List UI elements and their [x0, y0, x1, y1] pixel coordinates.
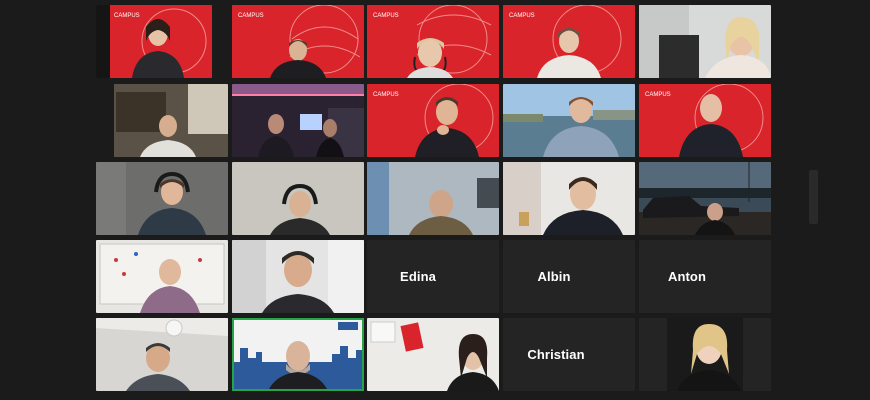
- participant-video: CAMPUS: [232, 5, 364, 78]
- participant-name: Albin: [537, 269, 571, 284]
- brand-logo: CAMPUS: [373, 13, 399, 19]
- participant-video: [96, 318, 228, 391]
- participant-tile-p2[interactable]: CAMPUS: [232, 5, 364, 78]
- participant-video: CAMPUS: [367, 84, 499, 157]
- participant-name: Christian: [527, 347, 585, 362]
- participant-video: [503, 84, 635, 157]
- participant-video: [503, 162, 635, 235]
- brand-logo: CAMPUS: [645, 92, 671, 98]
- participant-tile-p12[interactable]: [232, 162, 364, 235]
- participant-tile-p3[interactable]: CAMPUS: [367, 5, 499, 78]
- participant-tile-p10[interactable]: CAMPUS: [639, 84, 771, 157]
- participant-video: [639, 5, 771, 78]
- participant-video: [367, 162, 499, 235]
- participant-tile-p16[interactable]: [96, 240, 228, 313]
- participant-tile-p13[interactable]: [367, 162, 499, 235]
- participant-video: [232, 84, 364, 157]
- participant-video: CAMPUS: [639, 84, 771, 157]
- participant-video: [96, 84, 228, 157]
- participant-tile-p11[interactable]: [96, 162, 228, 235]
- participant-tile-p4[interactable]: CAMPUS: [503, 5, 635, 78]
- participant-tile-p17[interactable]: [232, 240, 364, 313]
- participant-tile-p9[interactable]: [503, 84, 635, 157]
- participant-video: [232, 162, 364, 235]
- participant-video: [96, 162, 228, 235]
- participant-tile-p6[interactable]: [96, 84, 228, 157]
- participant-tile-p8[interactable]: CAMPUS: [367, 84, 499, 157]
- participant-video: [639, 162, 771, 235]
- brand-logo: CAMPUS: [509, 13, 535, 19]
- participant-tile-p24[interactable]: Christian: [503, 318, 635, 391]
- participant-tile-p22[interactable]: [232, 318, 364, 391]
- participant-video: [232, 240, 364, 313]
- gallery-next-page-handle[interactable]: [809, 170, 818, 224]
- participant-name: Anton: [667, 269, 707, 284]
- participant-video: [96, 240, 228, 313]
- participant-video: [367, 318, 499, 391]
- participant-tile-p19[interactable]: Albin: [503, 240, 635, 313]
- participant-tile-p23[interactable]: [367, 318, 499, 391]
- brand-logo: CAMPUS: [238, 13, 264, 19]
- brand-logo: CAMPUS: [373, 92, 399, 98]
- participant-tile-p18[interactable]: Edina: [367, 240, 499, 313]
- participant-tile-p20[interactable]: Anton: [639, 240, 771, 313]
- video-gallery: CAMPUS CAMPUS CAMPUS CAMPUS CAMPUS CAMPU…: [0, 0, 870, 400]
- participant-video: CAMPUS: [503, 5, 635, 78]
- participant-tile-p1[interactable]: CAMPUS: [96, 5, 212, 78]
- participant-tile-p21[interactable]: [96, 318, 228, 391]
- brand-logo: CAMPUS: [114, 13, 140, 19]
- participant-tile-p7[interactable]: [232, 84, 364, 157]
- participant-video: [232, 318, 364, 391]
- participant-tile-p15[interactable]: [639, 162, 771, 235]
- participant-tile-p25[interactable]: [639, 318, 771, 391]
- participant-tile-p5[interactable]: [639, 5, 771, 78]
- participant-video: CAMPUS: [367, 5, 499, 78]
- participant-tile-p14[interactable]: [503, 162, 635, 235]
- participant-video: CAMPUS: [96, 5, 212, 78]
- participant-name: Edina: [400, 269, 436, 284]
- participant-video: [639, 318, 771, 391]
